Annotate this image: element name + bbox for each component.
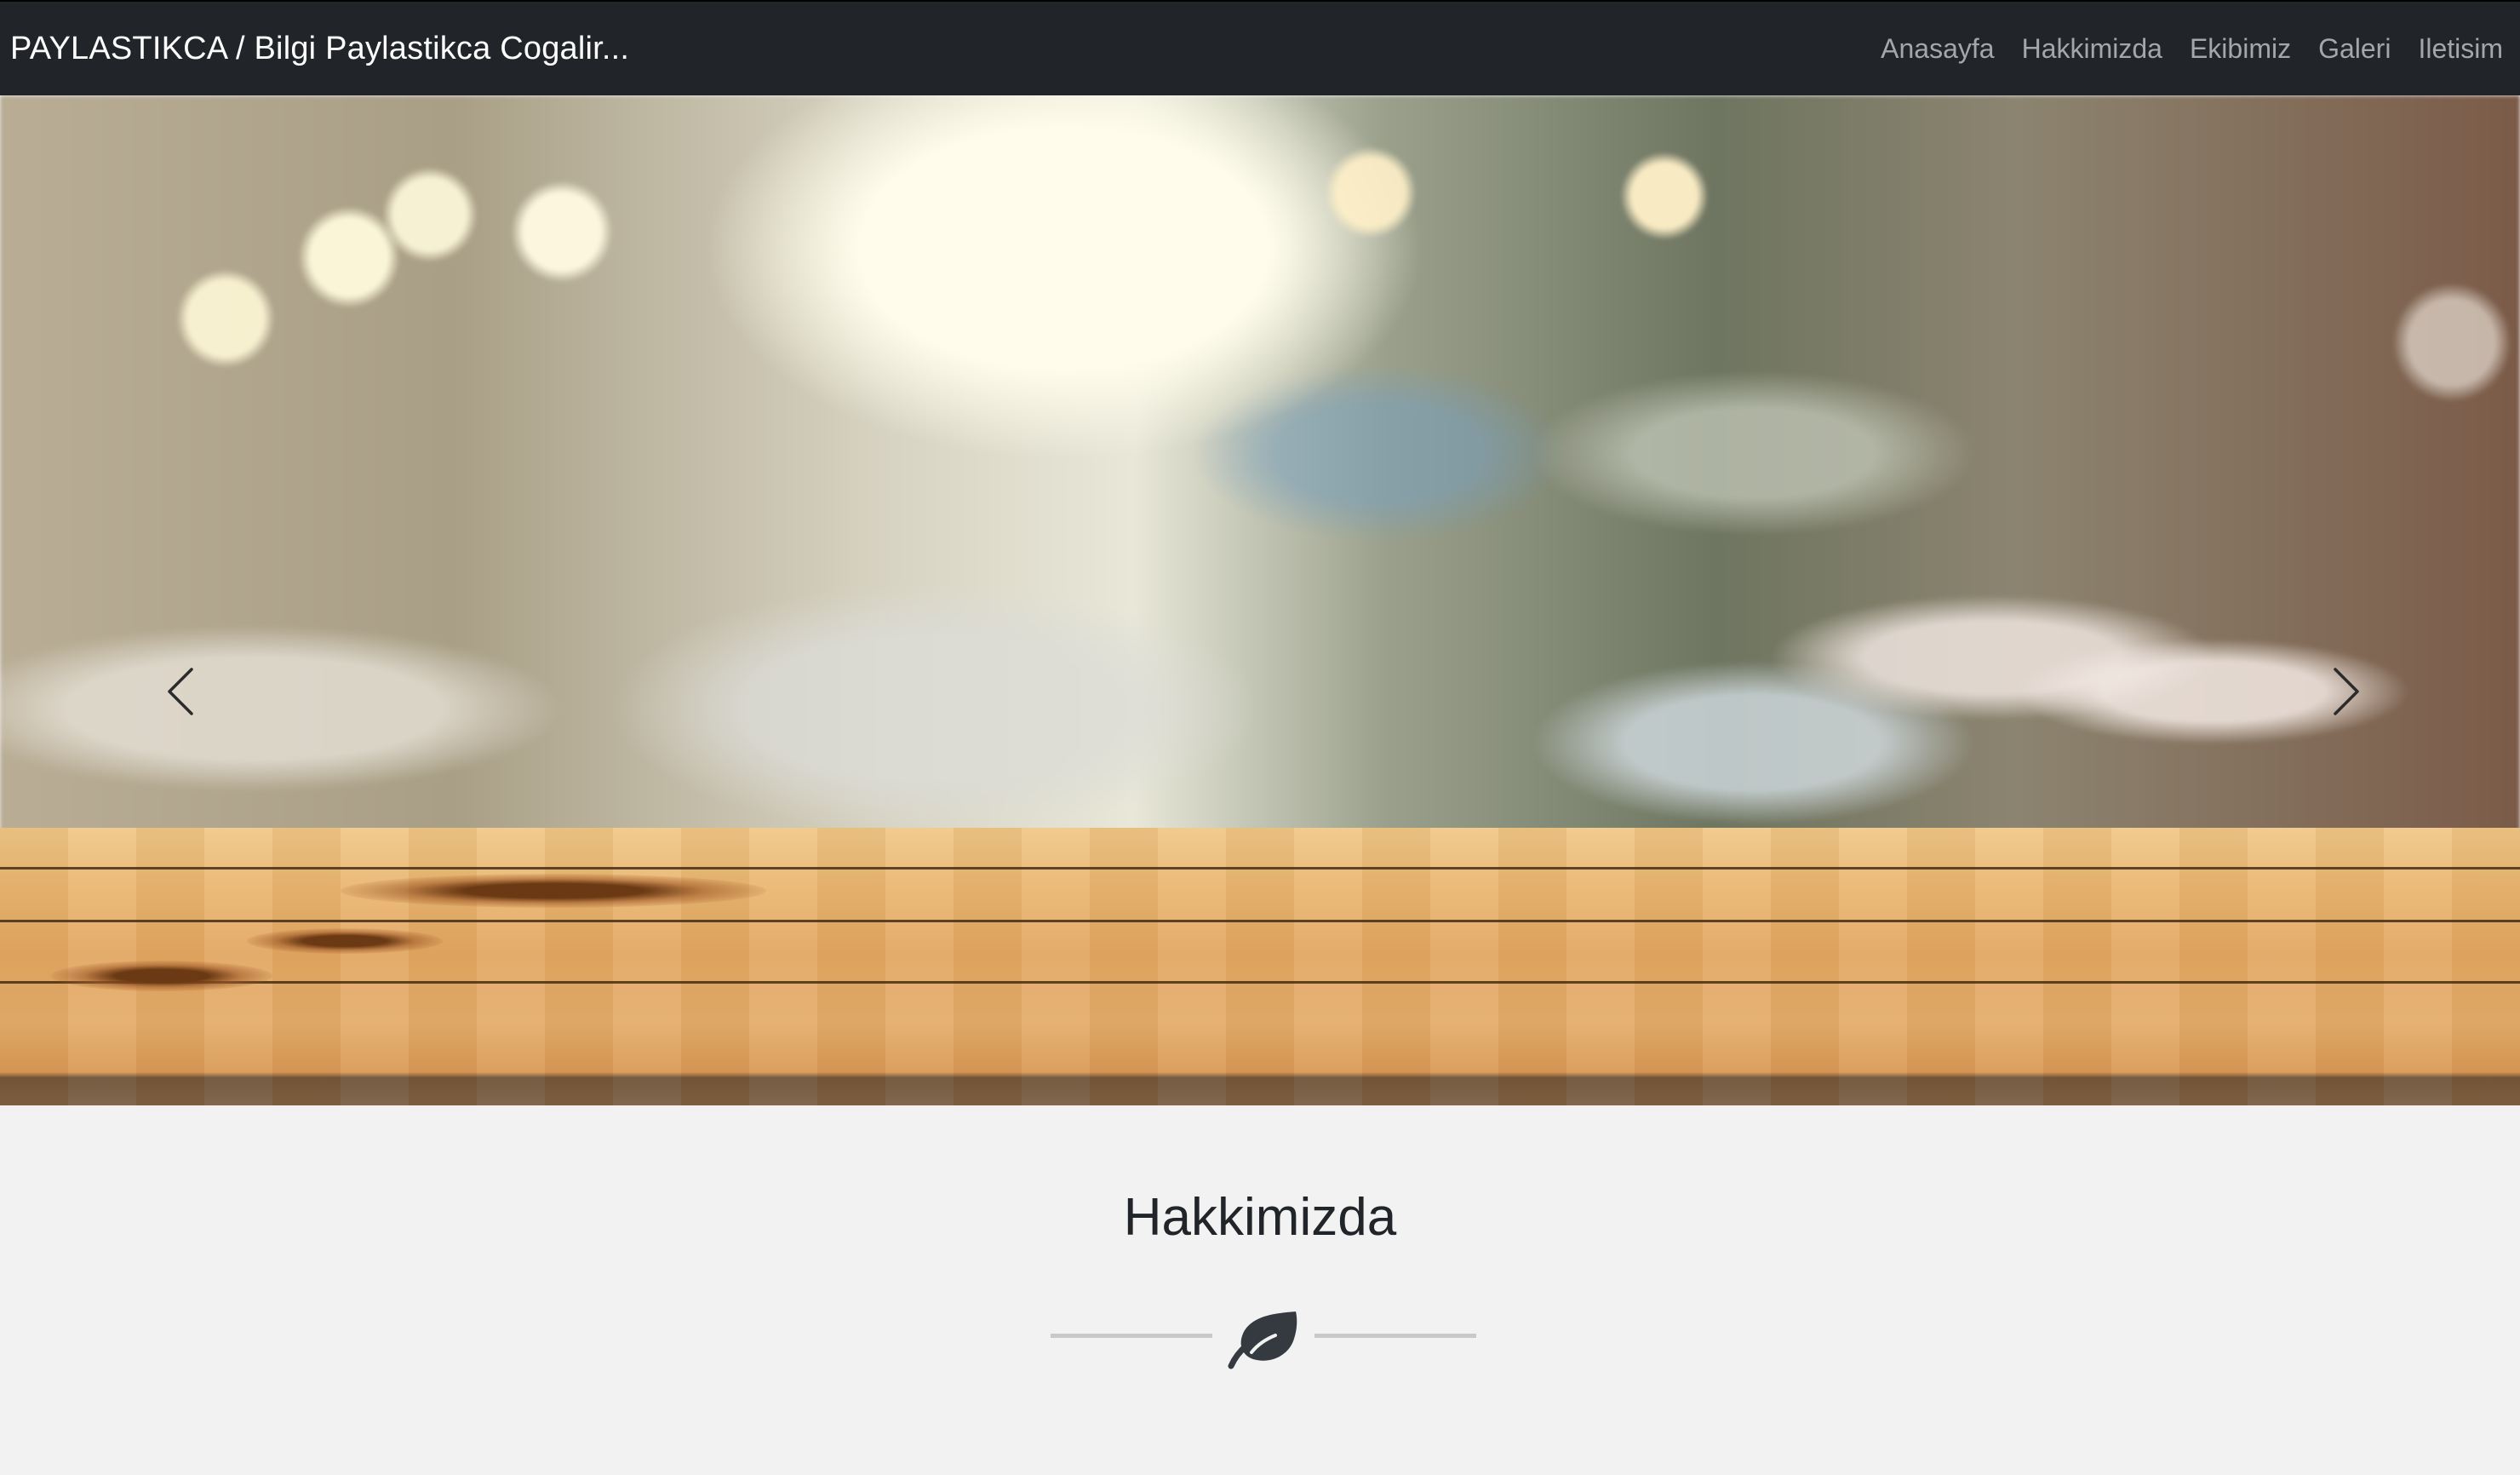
carousel-next-button[interactable] [2312,640,2380,743]
wooden-table-image [0,828,2520,1105]
navbar: PAYLASTIKCA / Bilgi Paylastikca Cogalir.… [0,0,2520,95]
wood-knot [247,928,443,954]
hero-carousel [0,95,2520,1105]
nav-link-anasayfa[interactable]: Anasayfa [1867,33,2007,65]
about-section: Hakkimizda [0,1105,2520,1475]
plank-line [0,920,2520,922]
divider-line-left [1051,1334,1212,1338]
plank-line [0,981,2520,984]
brand-link[interactable]: PAYLASTIKCA / Bilgi Paylastikca Cogalir.… [10,31,629,67]
divider-line-right [1314,1334,1476,1338]
nav-links: Anasayfa Hakkimizda Ekibimiz Galeri Ilet… [1867,33,2510,65]
plank-line [0,867,2520,870]
chevron-right-icon [2334,668,2359,715]
nav-link-ekibimiz[interactable]: Ekibimiz [2176,33,2305,65]
section-divider [1051,1308,1476,1376]
wood-knot [341,874,766,908]
wood-knot [51,961,272,991]
carousel-prev-button[interactable] [146,640,215,743]
chevron-left-icon [168,668,193,715]
nav-link-iletisim[interactable]: Iletisim [2404,33,2510,65]
nav-link-galeri[interactable]: Galeri [2305,33,2404,65]
nav-link-hakkimizda[interactable]: Hakkimizda [2008,33,2176,65]
about-title: Hakkimizda [1123,1188,1397,1247]
leaf-icon [1228,1311,1297,1369]
